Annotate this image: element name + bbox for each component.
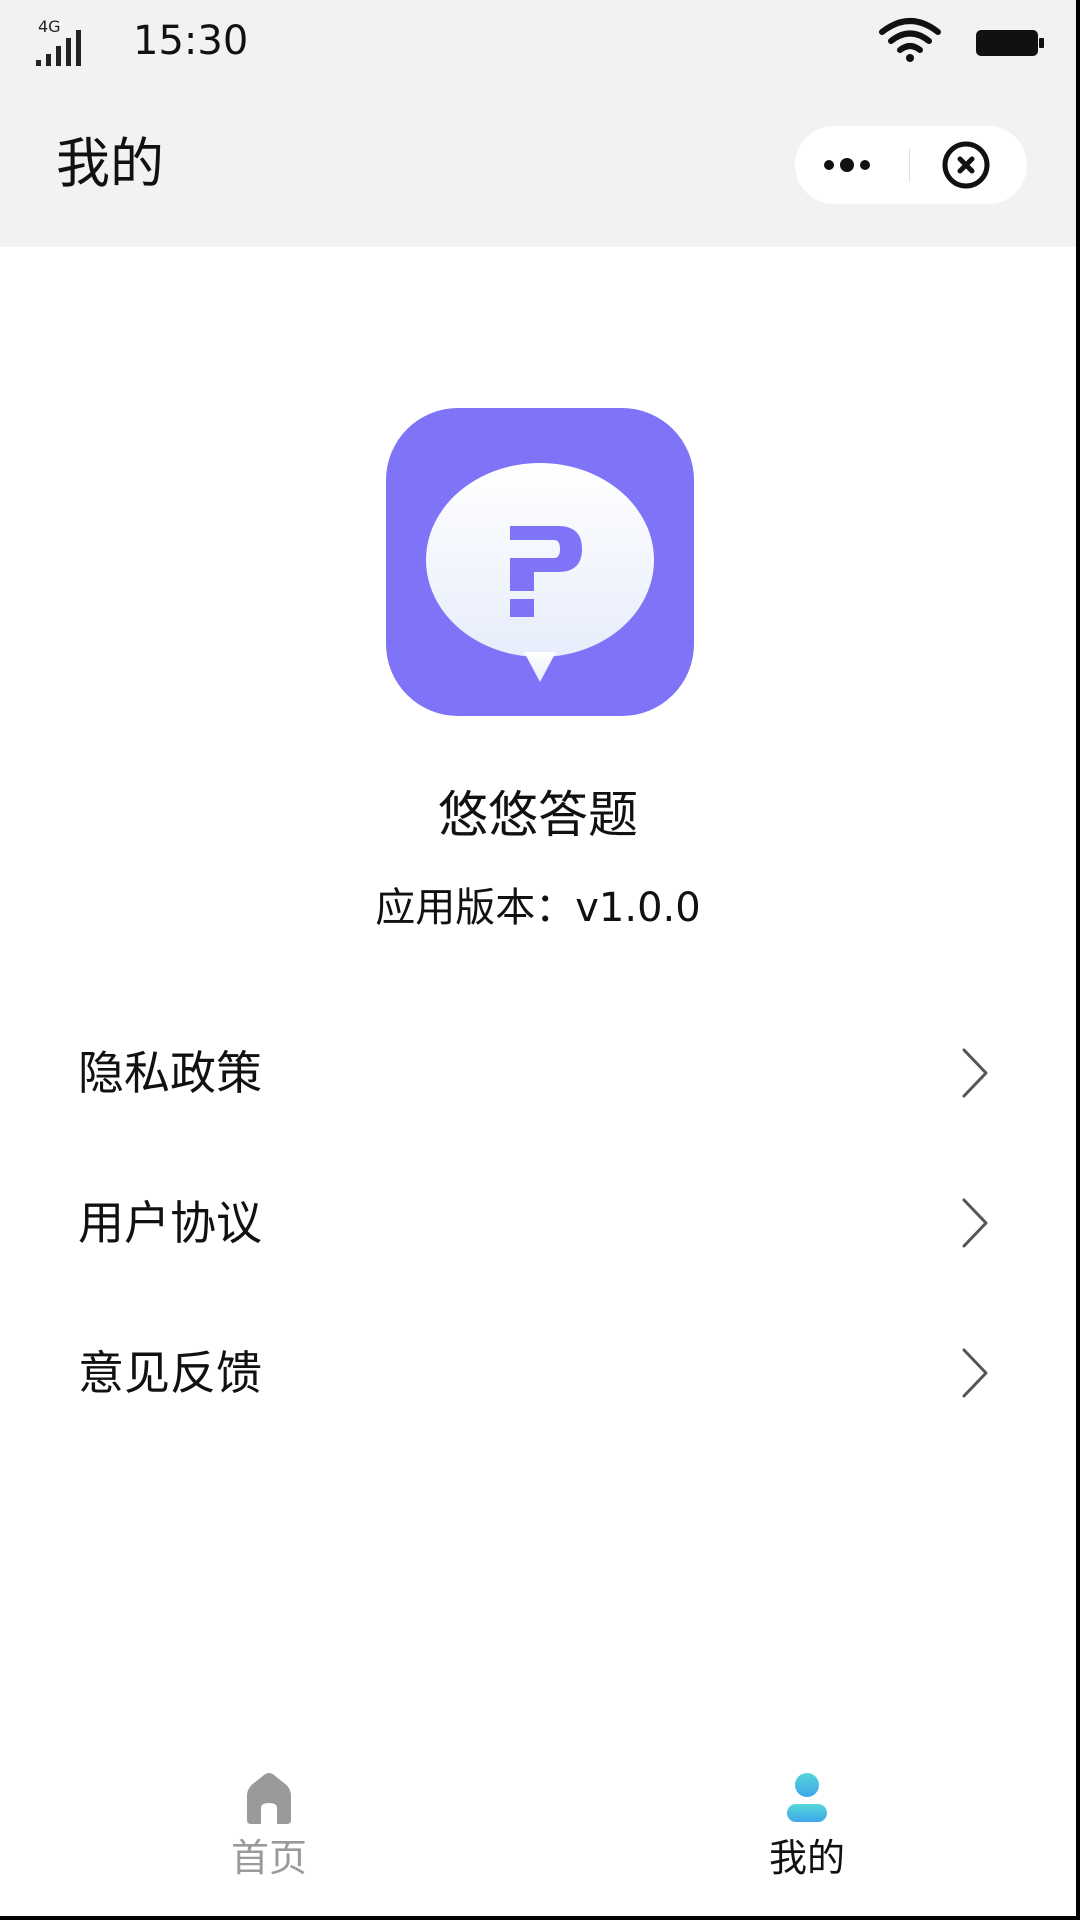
menu-item-user-agreement[interactable]: 用户协议 — [0, 1150, 1076, 1300]
chevron-right-icon — [962, 1048, 988, 1098]
chevron-right-icon — [962, 1348, 988, 1398]
wifi-icon — [879, 18, 941, 62]
close-button[interactable] — [911, 126, 1027, 204]
more-dots-icon — [824, 158, 870, 172]
tab-bar: 首页 我的 — [0, 1746, 1076, 1916]
menu-item-label: 隐私政策 — [78, 1046, 262, 1100]
navigation-bar: 我的 — [0, 108, 1076, 218]
header-area: 4G 15:30 我的 — [0, 0, 1076, 247]
user-icon — [787, 1773, 827, 1822]
status-time: 15:30 — [133, 18, 249, 64]
network-type: 4G — [38, 17, 61, 36]
menu-item-feedback[interactable]: 意见反馈 — [0, 1300, 1076, 1450]
menu-item-privacy-policy[interactable]: 隐私政策 — [0, 1000, 1076, 1150]
app-name: 悠悠答题 — [438, 786, 638, 844]
menu-item-label: 意见反馈 — [78, 1346, 262, 1400]
screen: 4G 15:30 我的 悠悠答题 应用版本：v1.0.0 隐私政策 用户协议 意… — [0, 0, 1080, 1920]
chevron-right-icon — [962, 1198, 988, 1248]
status-bar: 4G 15:30 — [0, 0, 1076, 86]
home-icon — [247, 1773, 291, 1824]
signal-icon: 4G — [36, 17, 81, 66]
settings-menu: 隐私政策 用户协议 意见反馈 — [0, 1000, 1076, 1450]
tab-mine[interactable]: 我的 — [538, 1746, 1076, 1916]
app-logo — [386, 408, 694, 716]
page-title: 我的 — [56, 132, 164, 195]
tab-mine-label: 我的 — [768, 1836, 845, 1880]
app-version: 应用版本：v1.0.0 — [375, 885, 701, 931]
mini-program-capsule — [795, 126, 1027, 204]
tab-home[interactable]: 首页 — [0, 1746, 538, 1916]
battery-icon — [976, 30, 1044, 56]
more-button[interactable] — [795, 126, 907, 204]
tab-home-label: 首页 — [230, 1836, 307, 1880]
close-circle-icon — [942, 141, 990, 189]
capsule-divider — [909, 148, 910, 182]
menu-item-label: 用户协议 — [78, 1196, 262, 1250]
